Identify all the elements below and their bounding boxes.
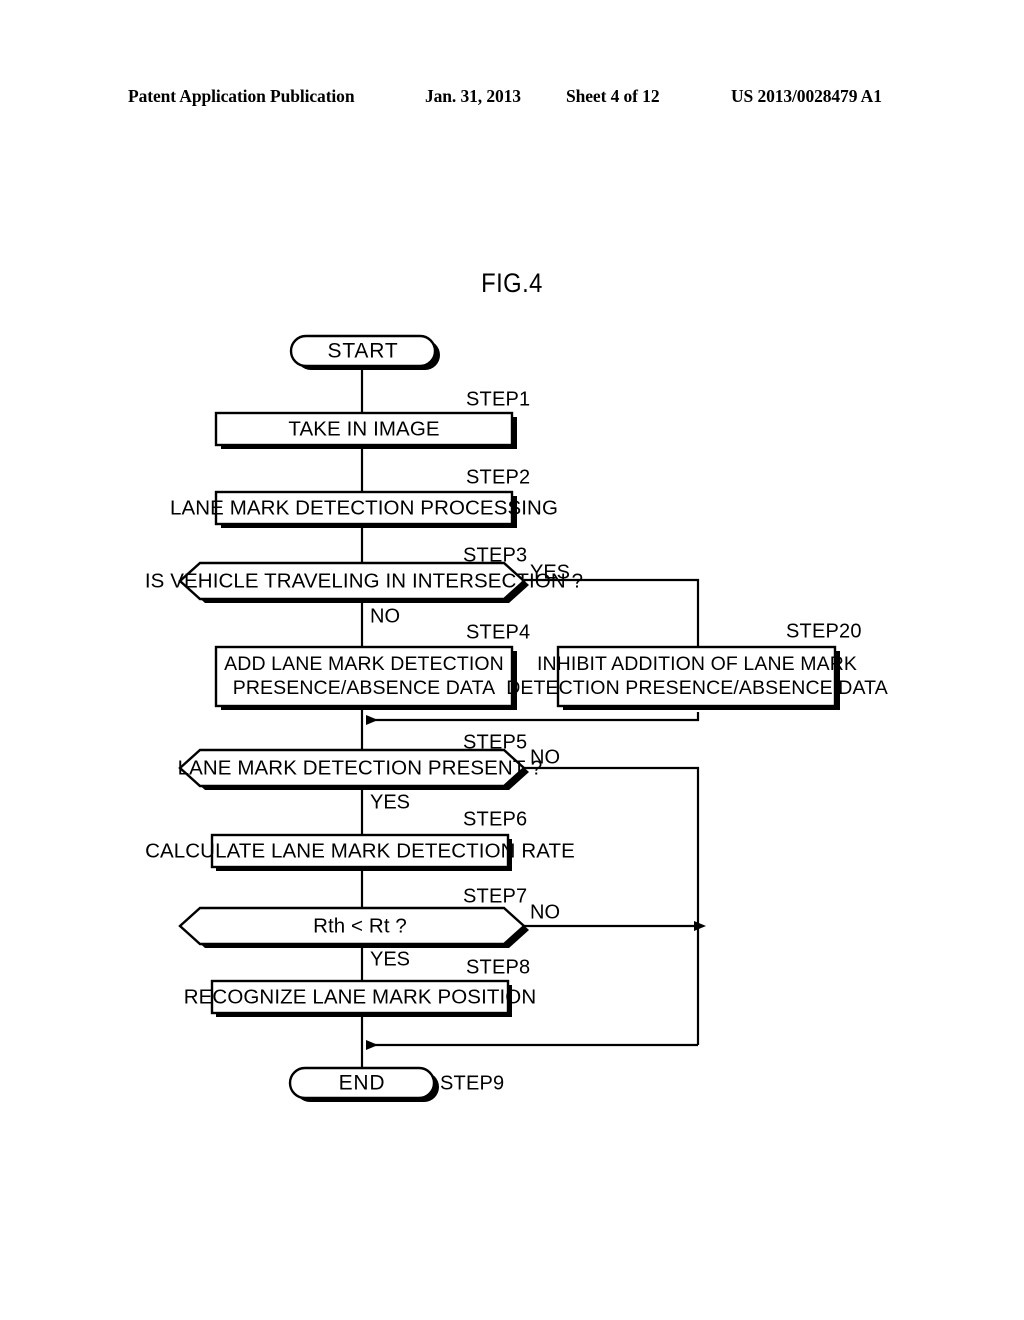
node-end-label: END — [339, 1072, 386, 1095]
branch-label-step7-no: NO — [530, 901, 560, 923]
branch-label-step7-yes: YES — [370, 948, 410, 970]
step-label-step5: STEP5 — [463, 731, 527, 753]
step-label-step1: STEP1 — [466, 388, 530, 410]
node-step3[interactable]: IS VEHICLE TRAVELING IN INTERSECTION ? — [145, 561, 583, 603]
step-label-step3: STEP3 — [463, 544, 527, 566]
node-step4-label-line2: PRESENCE/ABSENCE DATA — [233, 677, 496, 699]
node-step3-label: IS VEHICLE TRAVELING IN INTERSECTION ? — [145, 569, 583, 592]
branch-label-step3-no: NO — [370, 605, 400, 627]
node-step2-label: LANE MARK DETECTION PROCESSING — [170, 496, 558, 519]
node-step8-label: RECOGNIZE LANE MARK POSITION — [184, 985, 537, 1008]
node-step20-label-line1: INHIBIT ADDITION OF LANE MARK — [537, 653, 857, 675]
node-step20-label-line2: DETECTION PRESENCE/ABSENCE DATA — [506, 677, 888, 699]
branch-label-step5-yes: YES — [370, 791, 410, 813]
node-step1-label: TAKE IN IMAGE — [288, 417, 439, 440]
node-start[interactable]: START — [289, 334, 440, 370]
step-label-step4: STEP4 — [466, 621, 530, 643]
node-step20[interactable]: INHIBIT ADDITION OF LANE MARK DETECTION … — [506, 645, 888, 710]
node-step6-label: CALCULATE LANE MARK DETECTION RATE — [145, 839, 575, 862]
node-start-label: START — [328, 340, 399, 363]
branch-label-step3-yes: YES — [530, 561, 570, 583]
node-step4[interactable]: ADD LANE MARK DETECTION PRESENCE/ABSENCE… — [214, 645, 517, 710]
node-step7-label: Rth < Rt ? — [313, 914, 407, 937]
branch-label-step5-no: NO — [530, 746, 560, 768]
node-step8[interactable]: RECOGNIZE LANE MARK POSITION — [184, 979, 537, 1017]
step-label-step20: STEP20 — [786, 620, 862, 642]
flowchart-diagram: START TAKE IN IMAGE STEP1 LANE MARK DETE… — [145, 334, 888, 1102]
step-label-step6: STEP6 — [463, 808, 527, 830]
node-step5-label: LANE MARK DETECTION PRESENT ? — [178, 756, 543, 779]
node-step2[interactable]: LANE MARK DETECTION PROCESSING — [170, 490, 558, 528]
step-label-step7: STEP7 — [463, 885, 527, 907]
node-end[interactable]: END — [288, 1066, 439, 1102]
node-step6[interactable]: CALCULATE LANE MARK DETECTION RATE — [145, 833, 575, 871]
patent-page: Patent Application Publication Jan. 31, … — [0, 0, 1024, 1320]
step-label-step8: STEP8 — [466, 956, 530, 978]
node-step7[interactable]: Rth < Rt ? — [178, 906, 529, 948]
step-label-step9: STEP9 — [440, 1072, 504, 1094]
step-label-step2: STEP2 — [466, 466, 530, 488]
node-step5[interactable]: LANE MARK DETECTION PRESENT ? — [178, 748, 543, 790]
node-step1[interactable]: TAKE IN IMAGE — [214, 411, 517, 449]
edge-step20-step5 — [366, 712, 700, 725]
node-step4-label-line1: ADD LANE MARK DETECTION — [224, 653, 504, 675]
